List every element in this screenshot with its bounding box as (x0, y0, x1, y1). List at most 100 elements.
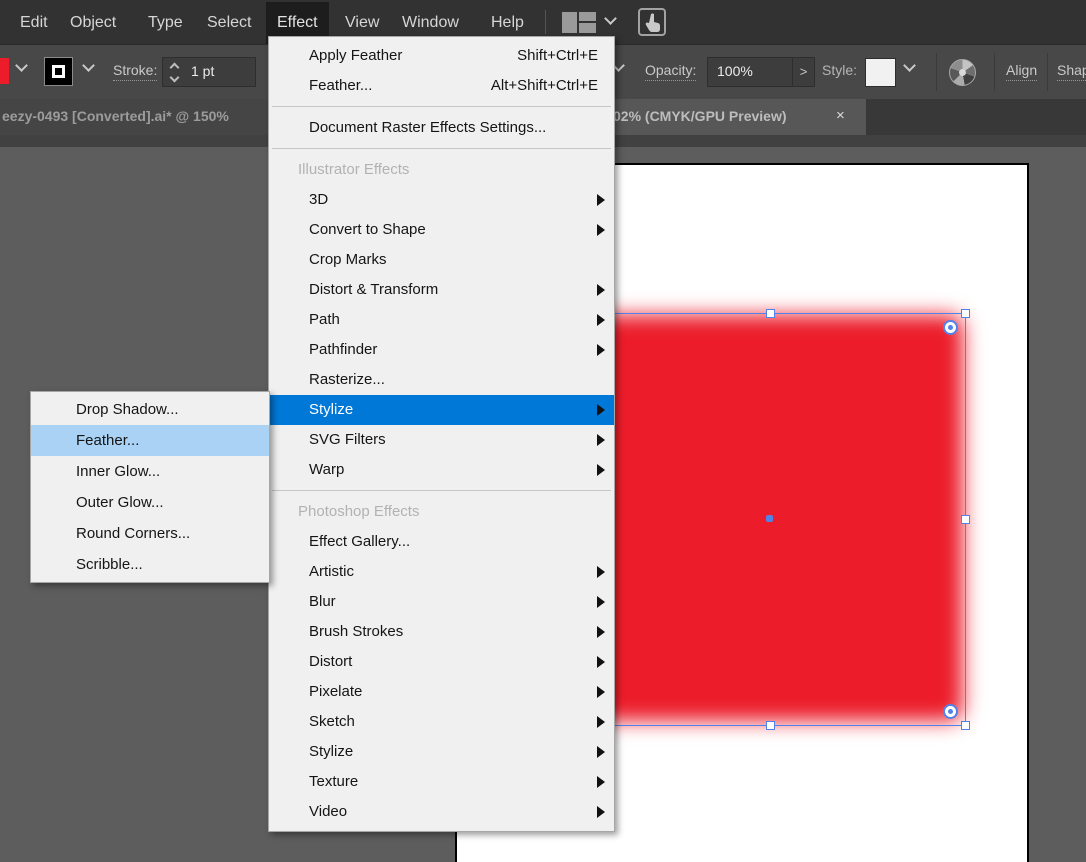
selection-handle-right-center[interactable] (961, 515, 970, 524)
menu-item-effect-gallery[interactable]: Effect Gallery... (269, 527, 614, 557)
submenu-item-round-corners[interactable]: Round Corners... (31, 518, 269, 549)
menubar-item-type[interactable]: Type (148, 2, 183, 44)
stroke-weight-field[interactable]: 1 pt (162, 57, 256, 87)
menu-item-feather[interactable]: Feather... Alt+Shift+Ctrl+E (269, 71, 614, 101)
submenu-arrow-icon (597, 656, 605, 668)
menu-item-label: Path (309, 311, 340, 328)
menu-item-label: Crop Marks (309, 251, 387, 268)
menubar-item-edit[interactable]: Edit (20, 2, 48, 44)
submenu-arrow-icon (597, 314, 605, 326)
submenu-arrow-icon (597, 404, 605, 416)
menu-item-sketch[interactable]: Sketch (269, 707, 614, 737)
graphic-style-swatch[interactable] (865, 58, 896, 87)
submenu-arrow-icon (597, 464, 605, 476)
menu-item-label: Warp (309, 461, 345, 478)
stroke-label[interactable]: Stroke: (113, 62, 158, 81)
menu-separator (272, 106, 611, 107)
selection-handle-top-right[interactable] (961, 309, 970, 318)
selection-center-point (766, 515, 773, 522)
selection-handle-bottom-right[interactable] (961, 721, 970, 730)
menu-item-crop-marks[interactable]: Crop Marks (269, 245, 614, 275)
submenu-item-feather[interactable]: Feather... (31, 425, 269, 456)
close-tab-icon[interactable]: × (836, 107, 845, 124)
menu-item-artistic[interactable]: Artistic (269, 557, 614, 587)
stroke-chevron-icon[interactable] (82, 59, 95, 72)
menu-item-convert-to-shape[interactable]: Convert to Shape (269, 215, 614, 245)
menu-item-label: Document Raster Effects Settings... (309, 119, 547, 136)
style-chevron-icon[interactable] (903, 59, 916, 72)
menu-item-label: 3D (309, 191, 329, 208)
menu-item-warp[interactable]: Warp (269, 455, 614, 485)
menu-item-video[interactable]: Video (269, 797, 614, 827)
submenu-arrow-icon (597, 716, 605, 728)
fill-color-swatch[interactable] (0, 58, 9, 84)
selection-handle-bottom-center[interactable] (766, 721, 775, 730)
menu-section-header-photoshop-effects: Photoshop Effects (298, 503, 420, 520)
submenu-arrow-icon (597, 194, 605, 206)
submenu-arrow-icon (597, 776, 605, 788)
effect-menu: Apply Feather Shift+Ctrl+E Feather... Alt+S… (268, 36, 615, 832)
menu-item-label: Stylize (309, 401, 354, 418)
hand-pointer-icon (645, 13, 660, 32)
document-tab-title: 02% (CMYK/GPU Preview) (613, 108, 787, 124)
submenu-item-inner-glow[interactable]: Inner Glow... (31, 456, 269, 487)
menu-item-rasterize[interactable]: Rasterize... (269, 365, 614, 395)
menubar-item-select[interactable]: Select (207, 2, 251, 44)
menu-item-path[interactable]: Path (269, 305, 614, 335)
menu-item-distort[interactable]: Distort (269, 647, 614, 677)
opacity-dropdown-icon[interactable]: > (792, 58, 814, 86)
menu-item-label: Rasterize... (309, 371, 385, 388)
live-corner-widget-bottom-right[interactable] (943, 704, 958, 719)
menu-item-label: SVG Filters (309, 431, 386, 448)
opacity-field[interactable]: 100% > (707, 57, 815, 87)
menu-item-stylize[interactable]: Stylize (269, 395, 614, 425)
submenu-arrow-icon (597, 806, 605, 818)
menubar-item-object[interactable]: Object (70, 2, 116, 44)
menu-separator (272, 148, 611, 149)
menu-item-label: Pathfinder (309, 341, 378, 358)
menu-item-stylize[interactable]: Stylize (269, 737, 614, 767)
menu-item-label: Video (309, 803, 348, 820)
submenu-item-outer-glow[interactable]: Outer Glow... (31, 487, 269, 518)
submenu-arrow-icon (597, 566, 605, 578)
menu-item-label: Sketch (309, 713, 355, 730)
menu-item-brush-strokes[interactable]: Brush Strokes (269, 617, 614, 647)
stylize-submenu: Drop Shadow... Feather... Inner Glow... Out… (30, 391, 270, 583)
menu-item-label: Apply Feather (309, 47, 403, 64)
submenu-arrow-icon (597, 626, 605, 638)
menu-item-label: Texture (309, 773, 359, 790)
menu-item-blur[interactable]: Blur (269, 587, 614, 617)
menu-item-distort-transform[interactable]: Distort & Transform (269, 275, 614, 305)
submenu-arrow-icon (597, 284, 605, 296)
fill-chevron-icon[interactable] (15, 59, 28, 72)
menu-item-svg-filters[interactable]: SVG Filters (269, 425, 614, 455)
menu-item-label: Distort (309, 653, 353, 670)
menu-item-pathfinder[interactable]: Pathfinder (269, 335, 614, 365)
opacity-label[interactable]: Opacity: (645, 62, 697, 81)
selection-handle-top-center[interactable] (766, 309, 775, 318)
touch-workspace-icon[interactable] (638, 8, 666, 36)
submenu-item-scribble[interactable]: Scribble... (31, 549, 269, 580)
shape-button[interactable]: Shap (1057, 62, 1086, 81)
chevron-down-icon[interactable] (604, 12, 617, 25)
menu-item-3d[interactable]: 3D (269, 185, 614, 215)
menu-item-shortcut: Shift+Ctrl+E (517, 47, 598, 64)
submenu-item-drop-shadow[interactable]: Drop Shadow... (31, 394, 269, 425)
menu-item-label: Feather... (309, 77, 373, 94)
align-button[interactable]: Align (1006, 62, 1038, 81)
menu-item-apply-feather[interactable]: Apply Feather Shift+Ctrl+E (269, 41, 614, 71)
live-corner-widget-top-right[interactable] (943, 320, 958, 335)
stroke-stepper[interactable] (169, 61, 182, 85)
submenu-arrow-icon (597, 596, 605, 608)
recolor-artwork-icon[interactable] (949, 59, 976, 86)
opacity-value: 100% (717, 63, 753, 79)
style-label: Style: (822, 62, 858, 78)
menu-item-document-raster-effects-settings[interactable]: Document Raster Effects Settings... (269, 113, 614, 143)
submenu-arrow-icon (597, 434, 605, 446)
document-arrangement-icon[interactable] (562, 12, 598, 33)
menu-item-pixelate[interactable]: Pixelate (269, 677, 614, 707)
stroke-color-swatch[interactable] (44, 57, 73, 86)
stroke-weight-value: 1 pt (191, 63, 215, 79)
menu-item-texture[interactable]: Texture (269, 767, 614, 797)
toolbar-divider (936, 53, 937, 91)
